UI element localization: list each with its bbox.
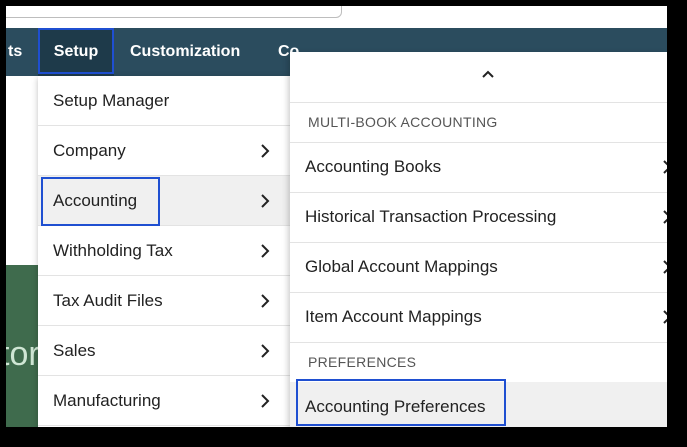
accounting-submenu: MULTI-BOOK ACCOUNTING Accounting Books H… xyxy=(290,52,667,427)
submenu-item-label: Historical Transaction Processing xyxy=(305,207,557,226)
submenu-item-item-account-mappings[interactable]: Item Account Mappings xyxy=(290,292,667,343)
submenu-item-label: Item Account Mappings xyxy=(305,307,482,326)
submenu-item-accounting-preferences[interactable]: Accounting Preferences xyxy=(290,382,667,427)
background-banner-text: tor xyxy=(6,335,38,373)
menu-item-setup-manager[interactable]: Setup Manager xyxy=(38,76,290,126)
setup-dropdown-menu: Setup Manager Company Accounting Withhol… xyxy=(38,76,290,427)
section-header-label: MULTI-BOOK ACCOUNTING xyxy=(308,114,498,130)
menu-item-tax-audit-files[interactable]: Tax Audit Files xyxy=(38,276,290,326)
chevron-right-icon xyxy=(261,344,270,358)
chevron-right-icon xyxy=(261,394,270,408)
menu-item-label: Withholding Tax xyxy=(53,241,173,260)
menu-item-sales[interactable]: Sales xyxy=(38,326,290,376)
section-header-multi-book: MULTI-BOOK ACCOUNTING xyxy=(290,102,667,143)
chevron-right-icon xyxy=(261,244,270,258)
chevron-up-icon xyxy=(482,70,494,78)
section-header-preferences: PREFERENCES xyxy=(290,342,667,383)
submenu-item-historical-transaction-processing[interactable]: Historical Transaction Processing xyxy=(290,192,667,243)
chevron-right-icon xyxy=(261,294,270,308)
submenu-item-label: Accounting Preferences xyxy=(305,397,486,416)
nav-item-customization[interactable]: Customization xyxy=(130,28,240,76)
chevron-right-icon xyxy=(261,144,270,158)
menu-item-accounting[interactable]: Accounting xyxy=(38,176,290,226)
menu-item-company[interactable]: Company xyxy=(38,126,290,176)
chevron-right-icon xyxy=(663,310,667,324)
menu-item-label: Tax Audit Files xyxy=(53,291,163,310)
chevron-right-icon xyxy=(663,210,667,224)
background-banner: tor xyxy=(6,265,38,427)
menu-item-label: Sales xyxy=(53,341,96,360)
chevron-right-icon xyxy=(261,194,270,208)
nav-item-partial-left[interactable]: ts xyxy=(8,28,22,76)
top-strip xyxy=(6,6,667,28)
menu-item-label: Setup Manager xyxy=(53,91,170,110)
submenu-item-global-account-mappings[interactable]: Global Account Mappings xyxy=(290,242,667,293)
menu-item-withholding-tax[interactable]: Withholding Tax xyxy=(38,226,290,276)
submenu-scroll-up[interactable] xyxy=(290,52,667,103)
submenu-item-accounting-books[interactable]: Accounting Books xyxy=(290,142,667,193)
menu-item-label: Manufacturing xyxy=(53,391,161,410)
chevron-right-icon xyxy=(663,160,667,174)
section-header-label: PREFERENCES xyxy=(308,354,417,370)
chevron-right-icon xyxy=(663,260,667,274)
screenshot-frame: ts Setup Customization Co tor Setup Mana… xyxy=(6,6,667,427)
submenu-item-label: Global Account Mappings xyxy=(305,257,498,276)
menu-item-label: Accounting xyxy=(53,191,138,210)
nav-item-setup[interactable]: Setup xyxy=(38,28,114,76)
submenu-item-label: Accounting Books xyxy=(305,157,442,176)
global-search-input[interactable] xyxy=(6,6,342,18)
menu-item-manufacturing[interactable]: Manufacturing xyxy=(38,376,290,426)
menu-item-label: Company xyxy=(53,141,126,160)
